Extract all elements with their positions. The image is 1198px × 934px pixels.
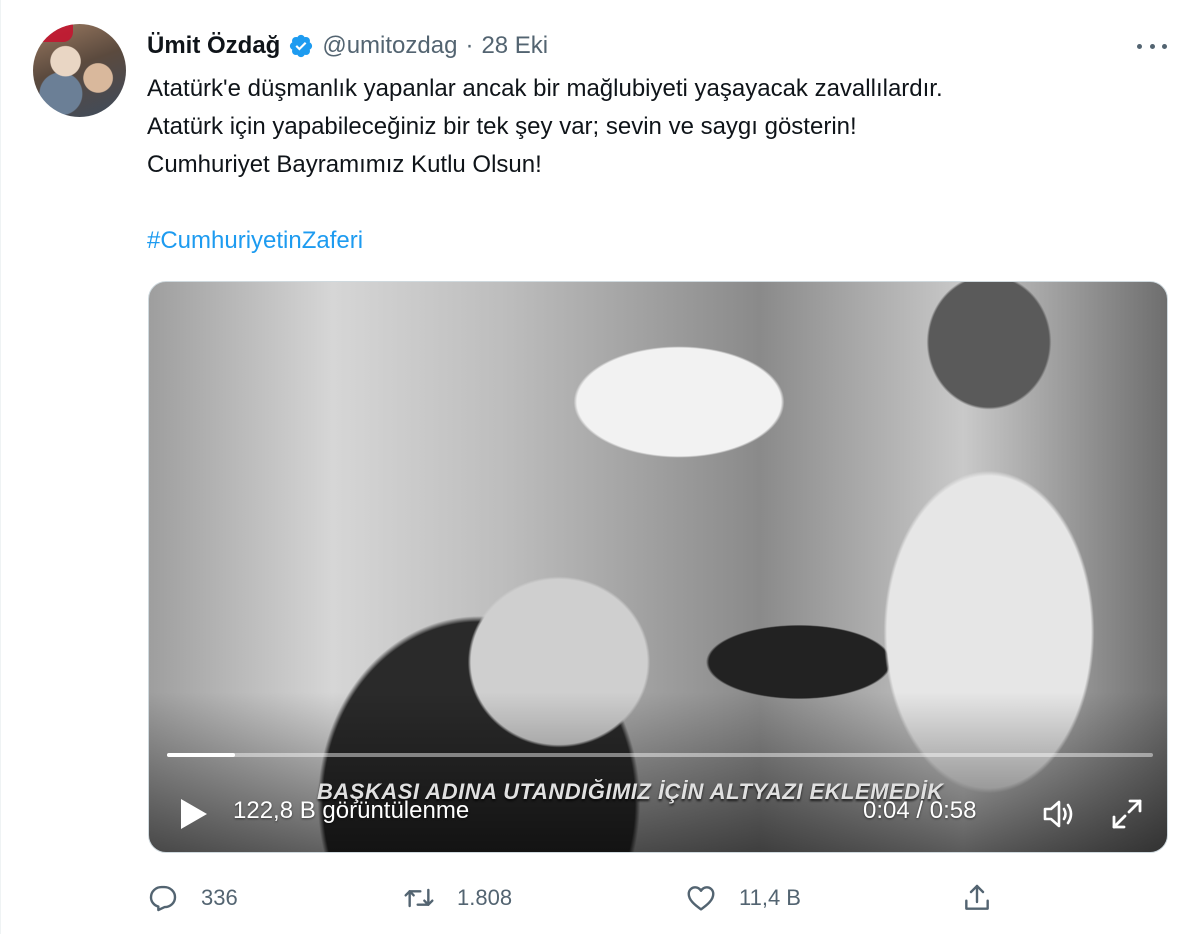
reply-count: 336 (201, 885, 238, 910)
tweet-date[interactable]: 28 Eki (481, 32, 548, 60)
share-icon (965, 884, 989, 910)
more-dot (1149, 43, 1155, 49)
more-options-icon[interactable] (1137, 36, 1167, 56)
reply-icon (149, 885, 177, 912)
hashtag-link[interactable]: #CumhuriyetinZaferi (147, 222, 363, 260)
retweet-button[interactable]: 1.808 (403, 878, 512, 918)
play-icon[interactable] (177, 797, 209, 831)
more-dot (1137, 43, 1142, 49)
avatar-badge (33, 24, 73, 42)
retweet-count: 1.808 (457, 885, 513, 910)
tweet: Ümit Özdağ @umitozdag · 28 Eki Atatürk'e… (0, 0, 1198, 934)
video-player[interactable]: BAŞKASI ADINA UTANDIĞIMIZ İÇİN ALTYAZI E… (148, 281, 1168, 853)
tweet-line: Cumhuriyet Bayramımız Kutlu Olsun! (147, 151, 542, 178)
author-avatar[interactable] (33, 24, 126, 117)
reply-button[interactable]: 336 (147, 878, 238, 918)
video-time: 0:04 / 0:58 (863, 797, 977, 824)
share-button[interactable] (961, 878, 993, 918)
like-button[interactable]: 11,4 B (685, 878, 801, 918)
like-count: 11,4 B (739, 885, 801, 910)
fullscreen-icon[interactable] (1109, 796, 1145, 832)
video-gradient-overlay (149, 692, 1167, 852)
separator-dot: · (465, 32, 474, 59)
tweet-actions: 336 1.808 11,4 B (147, 878, 997, 918)
retweet-icon (404, 888, 434, 908)
tweet-line: Atatürk'e düşmanlık yapanlar ancak bir m… (147, 75, 943, 102)
verified-badge-icon (290, 34, 313, 58)
view-count: 122,8 B görüntülenme (233, 797, 470, 824)
tweet-header: Ümit Özdağ @umitozdag · 28 Eki (147, 28, 548, 64)
video-progress-fill (167, 753, 236, 757)
volume-icon[interactable] (1041, 796, 1077, 832)
author-name[interactable]: Ümit Özdağ (147, 32, 280, 60)
tweet-text: Atatürk'e düşmanlık yapanlar ancak bir m… (147, 70, 1167, 184)
more-dot (1162, 43, 1167, 49)
heart-icon (687, 886, 715, 911)
tweet-line: Atatürk için yapabileceğiniz bir tek şey… (147, 113, 857, 140)
author-handle[interactable]: @umitozdag (322, 32, 457, 60)
video-progress-bar[interactable] (167, 753, 1153, 757)
